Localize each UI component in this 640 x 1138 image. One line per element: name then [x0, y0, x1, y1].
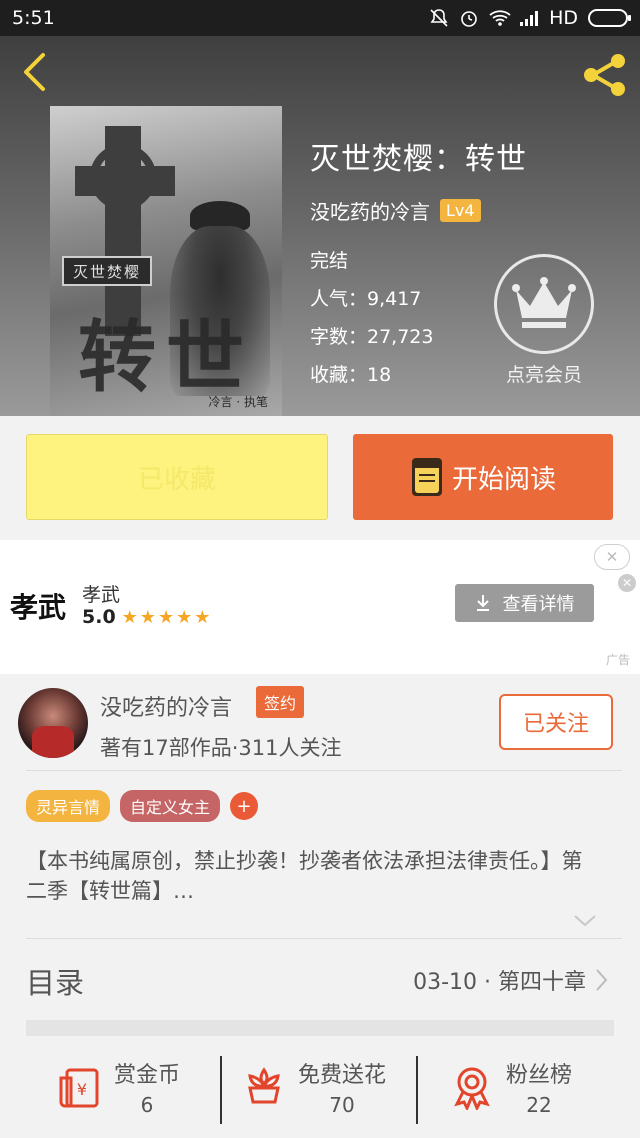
book-title: 灭世焚樱：转世	[310, 142, 527, 177]
add-tag-button[interactable]: +	[230, 792, 259, 820]
book-author-line: 没吃药的冷言 Lv4	[310, 196, 481, 225]
cover-signature: 冷言 · 执笔	[208, 395, 268, 409]
latest-chapter-text: 03-10 · 第四十章	[413, 970, 586, 995]
divider	[220, 1056, 222, 1124]
send-flowers-label: 免费送花	[298, 1063, 387, 1088]
ad-details-button[interactable]: 查看详情	[455, 584, 594, 622]
ad-rating: 5.0 ★★★★★	[82, 606, 212, 628]
download-icon	[476, 595, 489, 611]
cover-plaque: 灭世焚樱	[62, 256, 152, 286]
author-meta: 著有17部作品·311人关注	[100, 736, 342, 760]
toc-latest-chapter[interactable]: 03-10 · 第四十章	[413, 964, 608, 996]
star-rating-icon: ★★★★★	[121, 606, 213, 628]
network-type: HD	[549, 7, 578, 29]
vip-label: 点亮会员	[505, 364, 582, 386]
coin-envelope-icon: ¥	[56, 1063, 104, 1111]
action-bar: 已收藏 开始阅读	[0, 416, 640, 540]
chevron-right-icon	[596, 969, 608, 991]
share-button[interactable]	[580, 50, 630, 100]
book-stats: 完结 人气：9,417 字数：27,723 收藏：18	[310, 242, 433, 394]
status-bar: 5:51 HD	[0, 0, 640, 36]
signed-badge: 签约	[256, 686, 305, 718]
back-button[interactable]	[14, 50, 54, 94]
toc-label[interactable]: 目录	[26, 960, 84, 1002]
book-word-count: 字数：27,723	[310, 326, 434, 348]
cover-title: 转世	[77, 312, 254, 403]
start-reading-label: 开始阅读	[451, 464, 556, 495]
medal-icon	[448, 1063, 496, 1111]
section-separator	[26, 1020, 614, 1036]
tag-item[interactable]: 自定义女主	[120, 790, 221, 822]
chevron-down-icon	[574, 915, 596, 927]
divider	[26, 938, 622, 939]
flower-icon	[240, 1063, 288, 1111]
battery-icon	[588, 9, 631, 27]
ad-details-label: 查看详情	[502, 594, 575, 615]
favorited-button[interactable]: 已收藏	[26, 434, 328, 520]
divider	[416, 1056, 418, 1124]
bottom-action-bar: ¥ 赏金币 6 免费送花 70 粉丝榜 22	[0, 1036, 640, 1138]
book-author[interactable]: 没吃药的冷言	[310, 196, 430, 225]
book-favorites: 收藏：18	[310, 364, 392, 386]
chevron-left-icon	[24, 53, 45, 91]
svg-text:¥: ¥	[77, 1080, 87, 1099]
author-card: 没吃药的冷言 签约 著有17部作品·311人关注 已关注 灵异言情 自定义女主 …	[0, 674, 640, 1020]
book-cover[interactable]: 灭世焚樱 转世 冷言 · 执笔	[50, 106, 282, 416]
author-level-badge: Lv4	[440, 199, 481, 222]
share-icon	[584, 54, 625, 96]
reward-coins-button[interactable]: ¥ 赏金币 6	[56, 1036, 180, 1138]
author-name[interactable]: 没吃药的冷言	[100, 690, 232, 722]
mute-icon	[429, 8, 449, 28]
wifi-icon	[489, 8, 511, 28]
book-popularity: 人气：9,417	[310, 288, 422, 310]
expand-synopsis-button[interactable]	[572, 910, 598, 930]
book-status: 完结	[310, 250, 349, 272]
send-flowers-count: 70	[329, 1093, 355, 1117]
ad-banner[interactable]: ✕ ✕ 孝武 孝武 5.0 ★★★★★ 查看详情 广告	[0, 540, 640, 674]
status-time: 5:51	[12, 7, 55, 29]
fan-ranking-button[interactable]: 粉丝榜 22	[448, 1036, 572, 1138]
followed-button[interactable]: 已关注	[499, 694, 613, 750]
reward-coins-label: 赏金币	[114, 1063, 181, 1088]
ad-logo: 孝武	[10, 591, 67, 624]
ad-rating-value: 5.0	[82, 606, 116, 628]
book-header: 灭世焚樱 转世 冷言 · 执笔 灭世焚樱：转世 没吃药的冷言 Lv4 完结 人气…	[0, 36, 640, 416]
tag-list: 灵异言情 自定义女主 +	[26, 790, 259, 822]
book-synopsis[interactable]: 【本书纯属原创，禁止抄袭！抄袭者依法承担法律责任。】第二季【转世篇】…	[26, 846, 596, 906]
author-avatar[interactable]	[18, 688, 88, 758]
divider	[26, 770, 622, 771]
ad-dismiss-icon[interactable]: ✕	[618, 574, 636, 592]
alarm-icon	[459, 8, 479, 28]
ad-close-button[interactable]: ✕	[594, 544, 630, 570]
vip-button[interactable]: 点亮会员	[494, 254, 594, 394]
fan-ranking-count: 22	[526, 1093, 552, 1117]
book-icon	[411, 458, 442, 496]
ad-app-name: 孝武	[82, 584, 121, 606]
send-flowers-button[interactable]: 免费送花 70	[240, 1036, 386, 1138]
tag-item[interactable]: 灵异言情	[26, 790, 111, 822]
reward-coins-count: 6	[140, 1093, 154, 1117]
start-reading-button[interactable]: 开始阅读	[353, 434, 613, 520]
crown-icon	[512, 277, 576, 328]
fan-ranking-label: 粉丝榜	[506, 1063, 573, 1088]
ad-tag: 广告	[605, 653, 630, 667]
signal-icon	[519, 8, 539, 28]
